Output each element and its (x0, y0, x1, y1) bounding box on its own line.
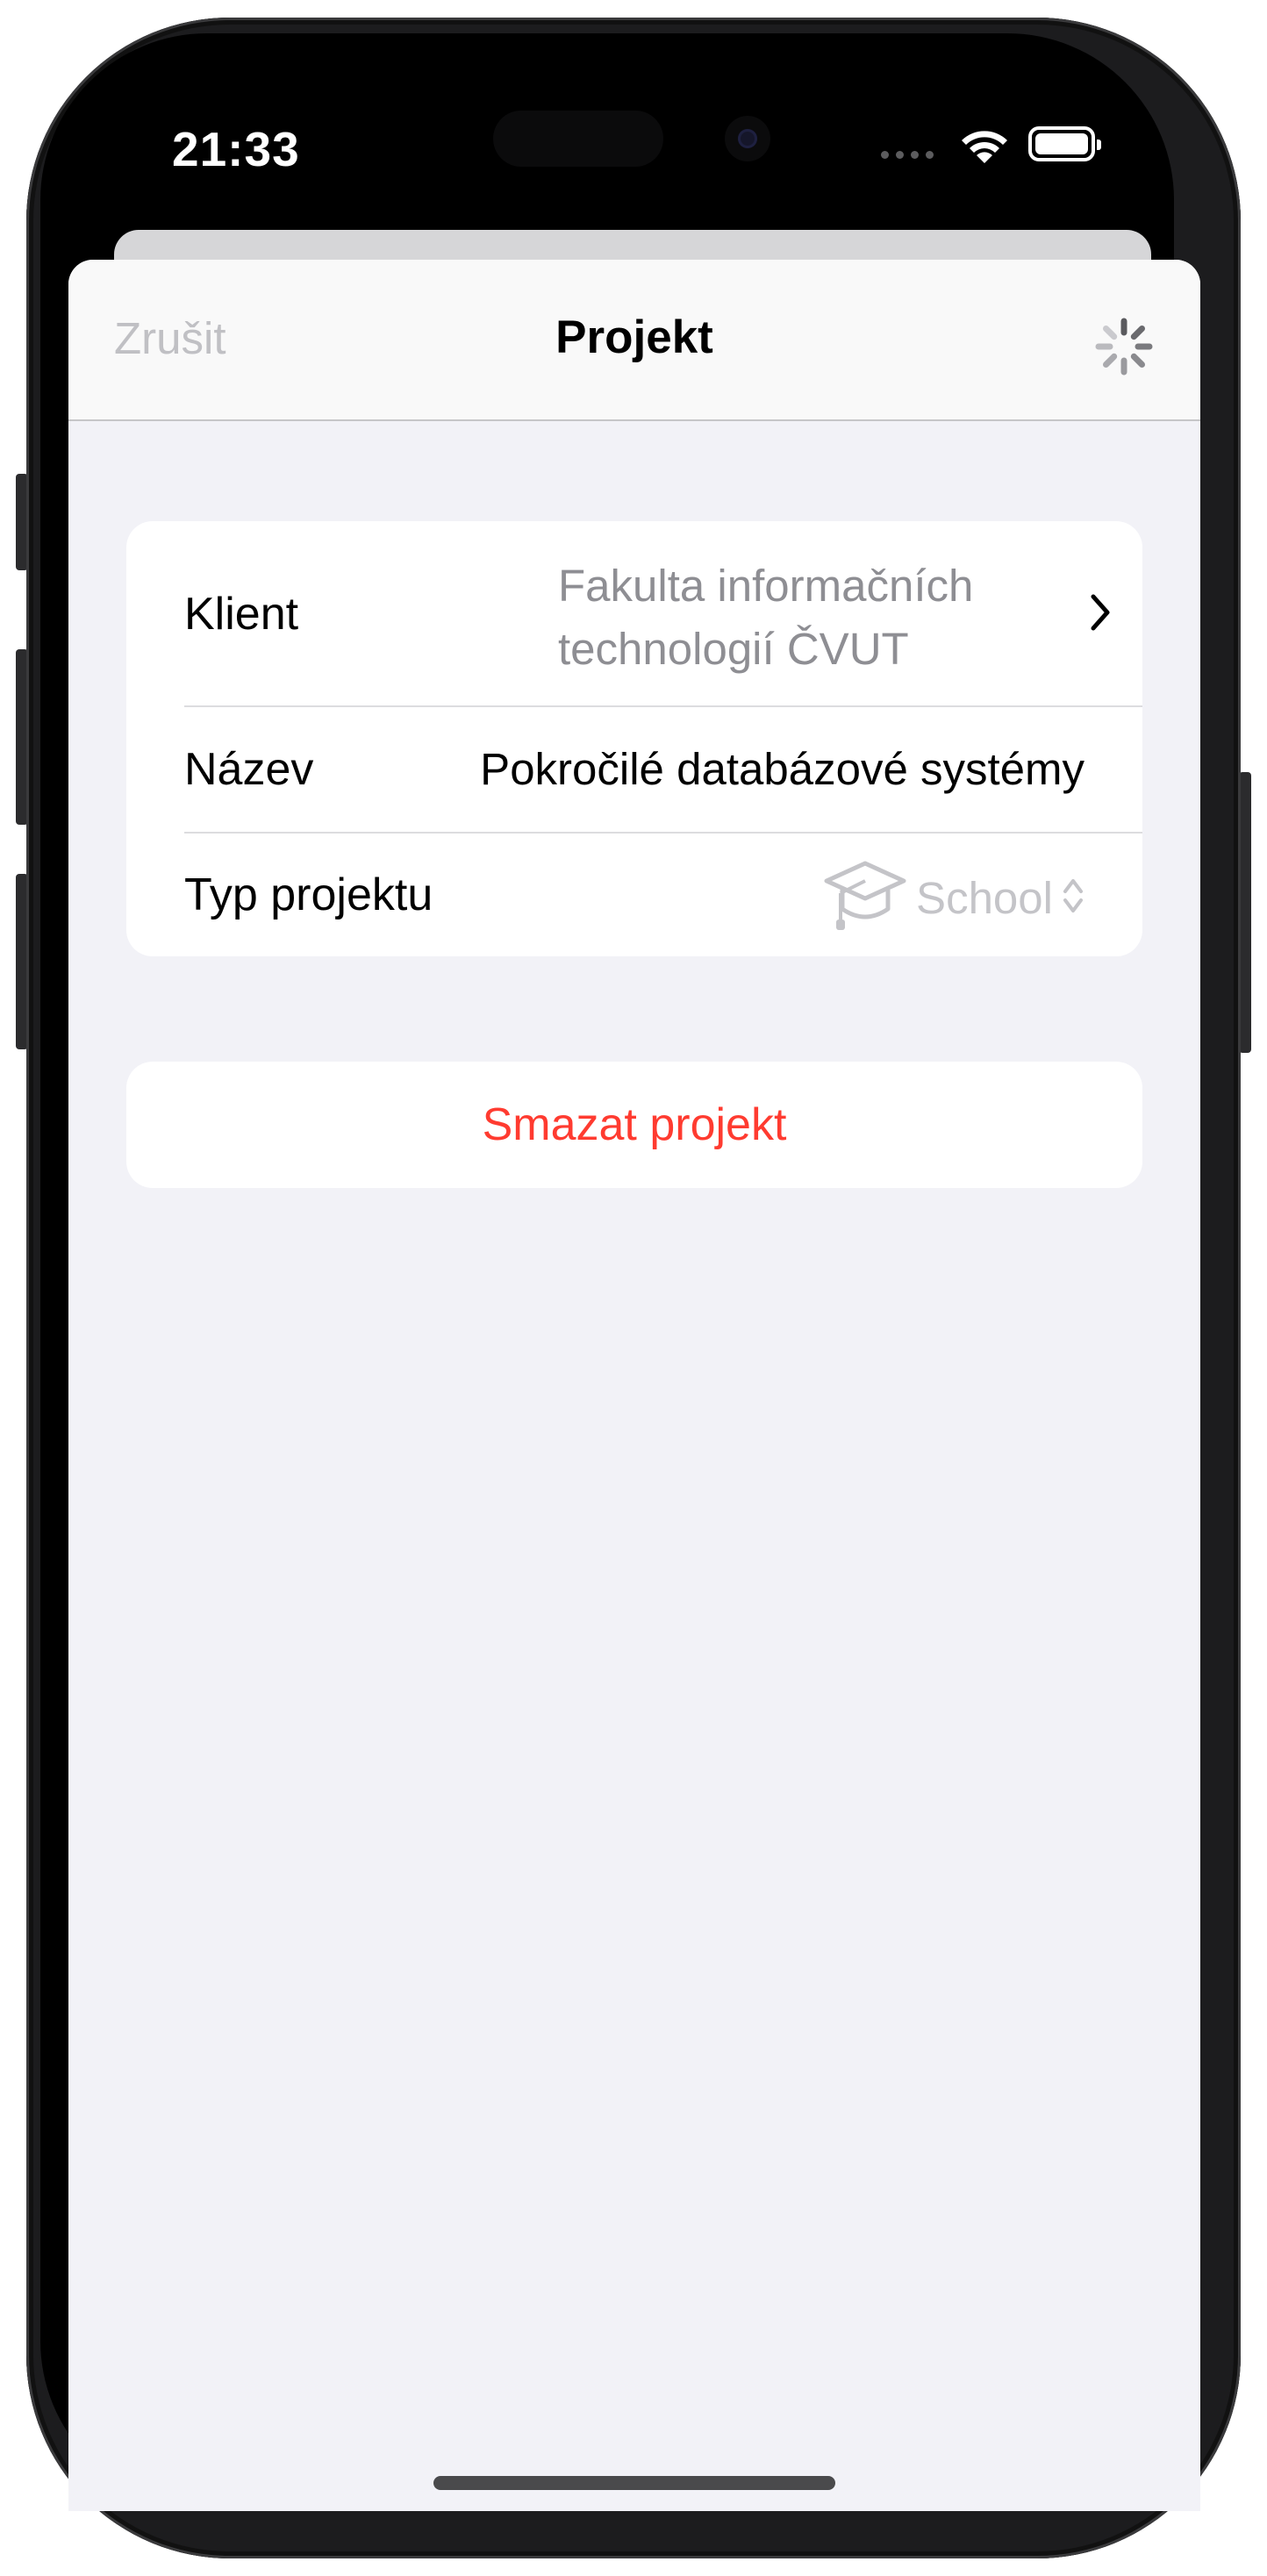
project-type-row[interactable]: Typ projektu School (126, 834, 1142, 956)
name-field[interactable]: Pokročilé databázové systémy (480, 743, 1084, 795)
power-button (1239, 772, 1251, 1053)
chevron-up-down-icon (1062, 874, 1084, 922)
name-row[interactable]: Název Pokročilé databázové systémy (126, 707, 1142, 832)
project-type-picker[interactable]: School (823, 860, 1084, 935)
client-value-line1: Fakulta informačních (558, 561, 974, 611)
battery-icon (1028, 126, 1101, 161)
status-time: 21:33 (172, 122, 300, 176)
project-type-label: Typ projektu (184, 869, 433, 920)
front-camera (725, 116, 770, 161)
client-row[interactable]: Klient Fakulta informačních technologií … (126, 521, 1142, 705)
project-type-value: School (916, 872, 1053, 923)
client-value: Fakulta informačních technologií ČVUT (558, 555, 973, 681)
project-form-group: Klient Fakulta informačních technologií … (126, 521, 1142, 956)
navigation-bar: Zrušit Projekt (68, 260, 1200, 421)
delete-project-button[interactable]: Smazat projekt (126, 1062, 1142, 1188)
graduation-cap-icon (823, 858, 907, 938)
client-value-line2: technologií ČVUT (558, 624, 909, 674)
project-sheet: Zrušit Projekt Klient Fakulta informační… (68, 260, 1200, 2511)
delete-project-label: Smazat projekt (482, 1099, 787, 1150)
chevron-right-icon (1090, 593, 1111, 636)
home-indicator[interactable] (433, 2476, 835, 2490)
wifi-icon (958, 126, 1011, 169)
cellular-signal-icon (881, 151, 934, 159)
page-title: Projekt (555, 311, 713, 363)
dynamic-island (493, 111, 663, 167)
loading-spinner-icon (1093, 316, 1155, 377)
client-label: Klient (184, 589, 299, 640)
name-label: Název (184, 744, 314, 795)
